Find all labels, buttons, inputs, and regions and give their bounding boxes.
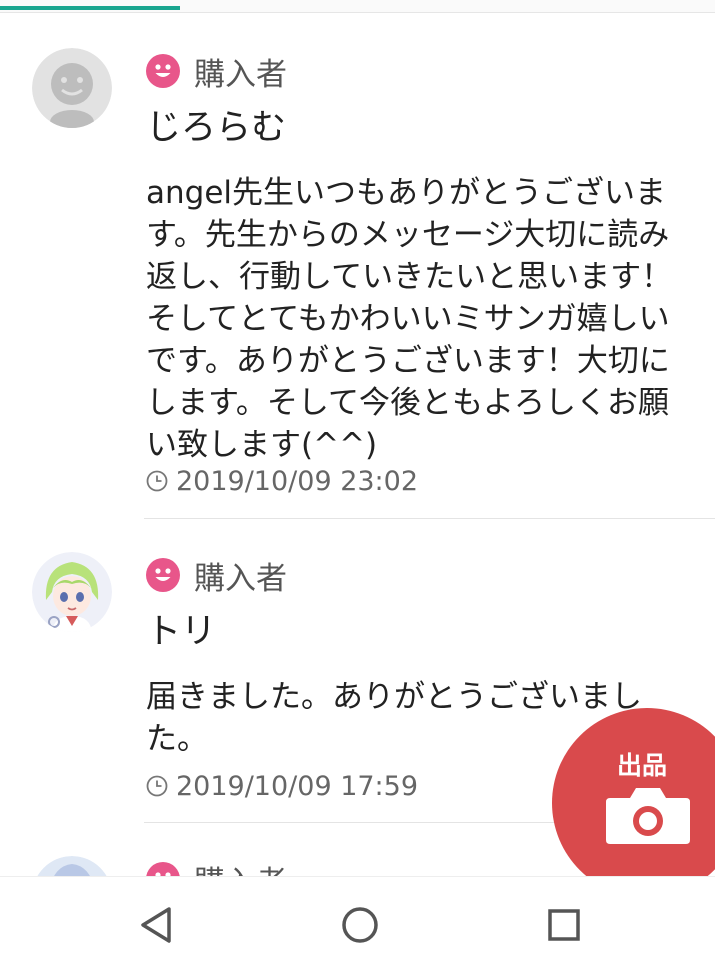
role-row: 購入者 <box>146 555 287 597</box>
smile-icon <box>146 558 180 592</box>
back-triangle-icon[interactable] <box>128 897 184 953</box>
tab-strip <box>0 0 715 13</box>
default-avatar-icon[interactable] <box>32 48 112 128</box>
anime-character-avatar[interactable] <box>32 552 112 632</box>
review-message: angel先生いつもありがとうございます。先生からのメッセージ大切に読み返し、行… <box>146 175 673 463</box>
user-name[interactable]: トリ <box>146 610 216 654</box>
user-name[interactable]: じろらむ <box>146 106 286 150</box>
timestamp: 2019/10/09 23:02 <box>176 465 419 497</box>
home-circle-icon[interactable] <box>332 897 388 953</box>
role-label: 購入者 <box>194 560 287 597</box>
timestamp-row: 2019/10/09 23:02 <box>146 463 418 499</box>
smile-icon <box>146 54 180 88</box>
divider <box>144 518 715 519</box>
role-row: 購入者 <box>146 51 287 93</box>
system-nav-bar <box>0 876 715 971</box>
tab-indicator <box>0 6 180 10</box>
role-label: 購入者 <box>194 56 287 93</box>
clock-icon <box>146 775 168 797</box>
recents-square-icon[interactable] <box>536 897 592 953</box>
fab-label: 出品 <box>617 751 668 780</box>
camera-icon <box>606 788 690 844</box>
timestamp: 2019/10/09 17:59 <box>176 770 419 802</box>
timestamp-row: 2019/10/09 17:59 <box>146 768 418 804</box>
clock-icon <box>146 470 168 492</box>
